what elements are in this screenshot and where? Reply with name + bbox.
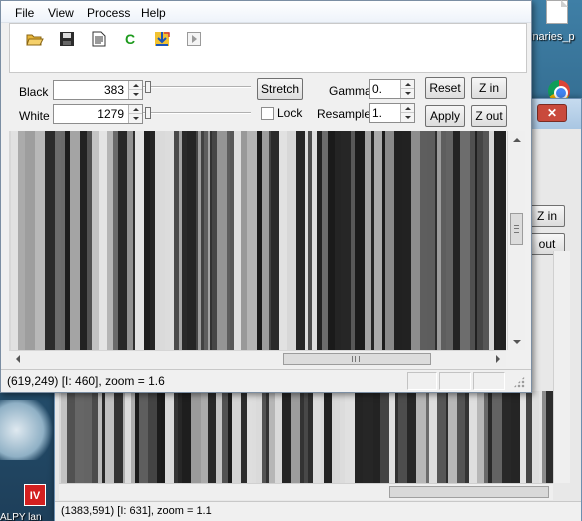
status-panel xyxy=(439,372,471,390)
vertical-scrollbar[interactable] xyxy=(507,131,525,350)
black-level-input[interactable]: 383 xyxy=(53,80,143,100)
black-slider-thumb[interactable] xyxy=(145,81,151,93)
vertical-scroll-thumb[interactable] xyxy=(510,213,523,245)
resize-grip-icon[interactable] xyxy=(513,376,525,388)
desktop-alpy-label: ALPY lan xyxy=(0,512,42,521)
background-spectrum-image xyxy=(59,391,553,483)
background-scroll-thumb[interactable] xyxy=(389,486,549,498)
white-value[interactable]: 1279 xyxy=(56,107,124,122)
resample-input[interactable]: 1. xyxy=(369,103,415,123)
resample-decrement-icon[interactable] xyxy=(401,113,414,122)
black-spinner[interactable] xyxy=(128,81,142,99)
white-slider-track[interactable] xyxy=(143,112,251,114)
gamma-spinner[interactable] xyxy=(400,80,414,98)
display-controls: Black 383 White 1279 Stretch Lock Gamma xyxy=(9,75,527,129)
image-noise-overlay xyxy=(59,391,553,483)
lock-checkbox[interactable] xyxy=(261,107,274,120)
scroll-down-icon[interactable] xyxy=(508,333,525,350)
status-bar: (619,249) [I: 460], zoom = 1.6 xyxy=(1,369,531,392)
lock-label: Lock xyxy=(277,106,303,120)
spectrum-image[interactable] xyxy=(9,131,506,350)
status-text: (619,249) [I: 460], zoom = 1.6 xyxy=(7,374,165,388)
arrows-icon[interactable] xyxy=(151,29,173,49)
gamma-increment-icon[interactable] xyxy=(401,80,414,89)
c-refresh-icon[interactable]: C xyxy=(119,29,141,49)
scroll-right-icon[interactable] xyxy=(489,351,506,367)
menu-bar: File View Process Help xyxy=(1,1,531,23)
white-decrement-icon[interactable] xyxy=(129,114,142,123)
apply-button[interactable]: Apply xyxy=(425,105,465,127)
resample-label: Resample xyxy=(317,107,372,121)
svg-text:C: C xyxy=(125,31,135,47)
background-horizontal-scrollbar[interactable] xyxy=(59,483,553,500)
menu-view[interactable]: View xyxy=(46,5,76,21)
background-zoom-in-button[interactable]: Z in xyxy=(529,205,565,227)
background-close-icon[interactable]: ✕ xyxy=(537,104,567,122)
black-decrement-icon[interactable] xyxy=(129,90,142,99)
menu-help[interactable]: Help xyxy=(139,5,168,21)
image-noise-overlay xyxy=(9,131,506,350)
gamma-value[interactable]: 0. xyxy=(372,82,396,97)
gamma-decrement-icon[interactable] xyxy=(401,89,414,98)
scroll-left-icon[interactable] xyxy=(9,351,26,367)
resample-value[interactable]: 1. xyxy=(372,106,396,121)
play-icon[interactable] xyxy=(183,29,205,49)
status-panel xyxy=(473,372,505,390)
resample-spinner[interactable] xyxy=(400,104,414,122)
save-disk-icon[interactable] xyxy=(56,29,78,49)
desktop-wallpaper-detail xyxy=(0,400,55,460)
white-increment-icon[interactable] xyxy=(129,105,142,114)
zoom-in-button[interactable]: Z in xyxy=(471,77,507,99)
status-panel xyxy=(407,372,437,390)
scroll-up-icon[interactable] xyxy=(508,131,525,148)
resample-increment-icon[interactable] xyxy=(401,104,414,113)
black-value[interactable]: 383 xyxy=(56,83,124,98)
black-slider-track[interactable] xyxy=(143,86,251,88)
horizontal-scroll-thumb[interactable] xyxy=(283,353,431,365)
black-label: Black xyxy=(19,85,49,99)
menu-process[interactable]: Process xyxy=(85,5,132,21)
reset-button[interactable]: Reset xyxy=(425,77,465,99)
open-folder-icon[interactable] xyxy=(24,29,46,49)
white-label: White xyxy=(19,109,50,123)
toolbar: C xyxy=(9,23,527,73)
main-window[interactable]: File View Process Help C Black 383 White… xyxy=(0,0,532,393)
document-icon[interactable] xyxy=(88,29,110,49)
menu-file[interactable]: File xyxy=(13,5,36,21)
desktop-file-label: inaries_p xyxy=(530,31,575,43)
white-level-input[interactable]: 1279 xyxy=(53,104,143,124)
stretch-button[interactable]: Stretch xyxy=(257,78,303,100)
background-status-bar: (1383,591) [I: 631], zoom = 1.1 xyxy=(55,501,581,521)
iv-app-icon[interactable]: IV xyxy=(24,484,46,506)
gamma-input[interactable]: 0. xyxy=(369,79,415,99)
white-slider-thumb[interactable] xyxy=(145,107,151,119)
zoom-out-button[interactable]: Z out xyxy=(471,105,507,127)
gamma-label: Gamma xyxy=(329,84,372,98)
white-spinner[interactable] xyxy=(128,105,142,123)
black-increment-icon[interactable] xyxy=(129,81,142,90)
background-vertical-scrollbar[interactable] xyxy=(553,251,570,483)
horizontal-scrollbar[interactable] xyxy=(9,350,506,367)
desktop-file-icon[interactable] xyxy=(546,0,568,24)
